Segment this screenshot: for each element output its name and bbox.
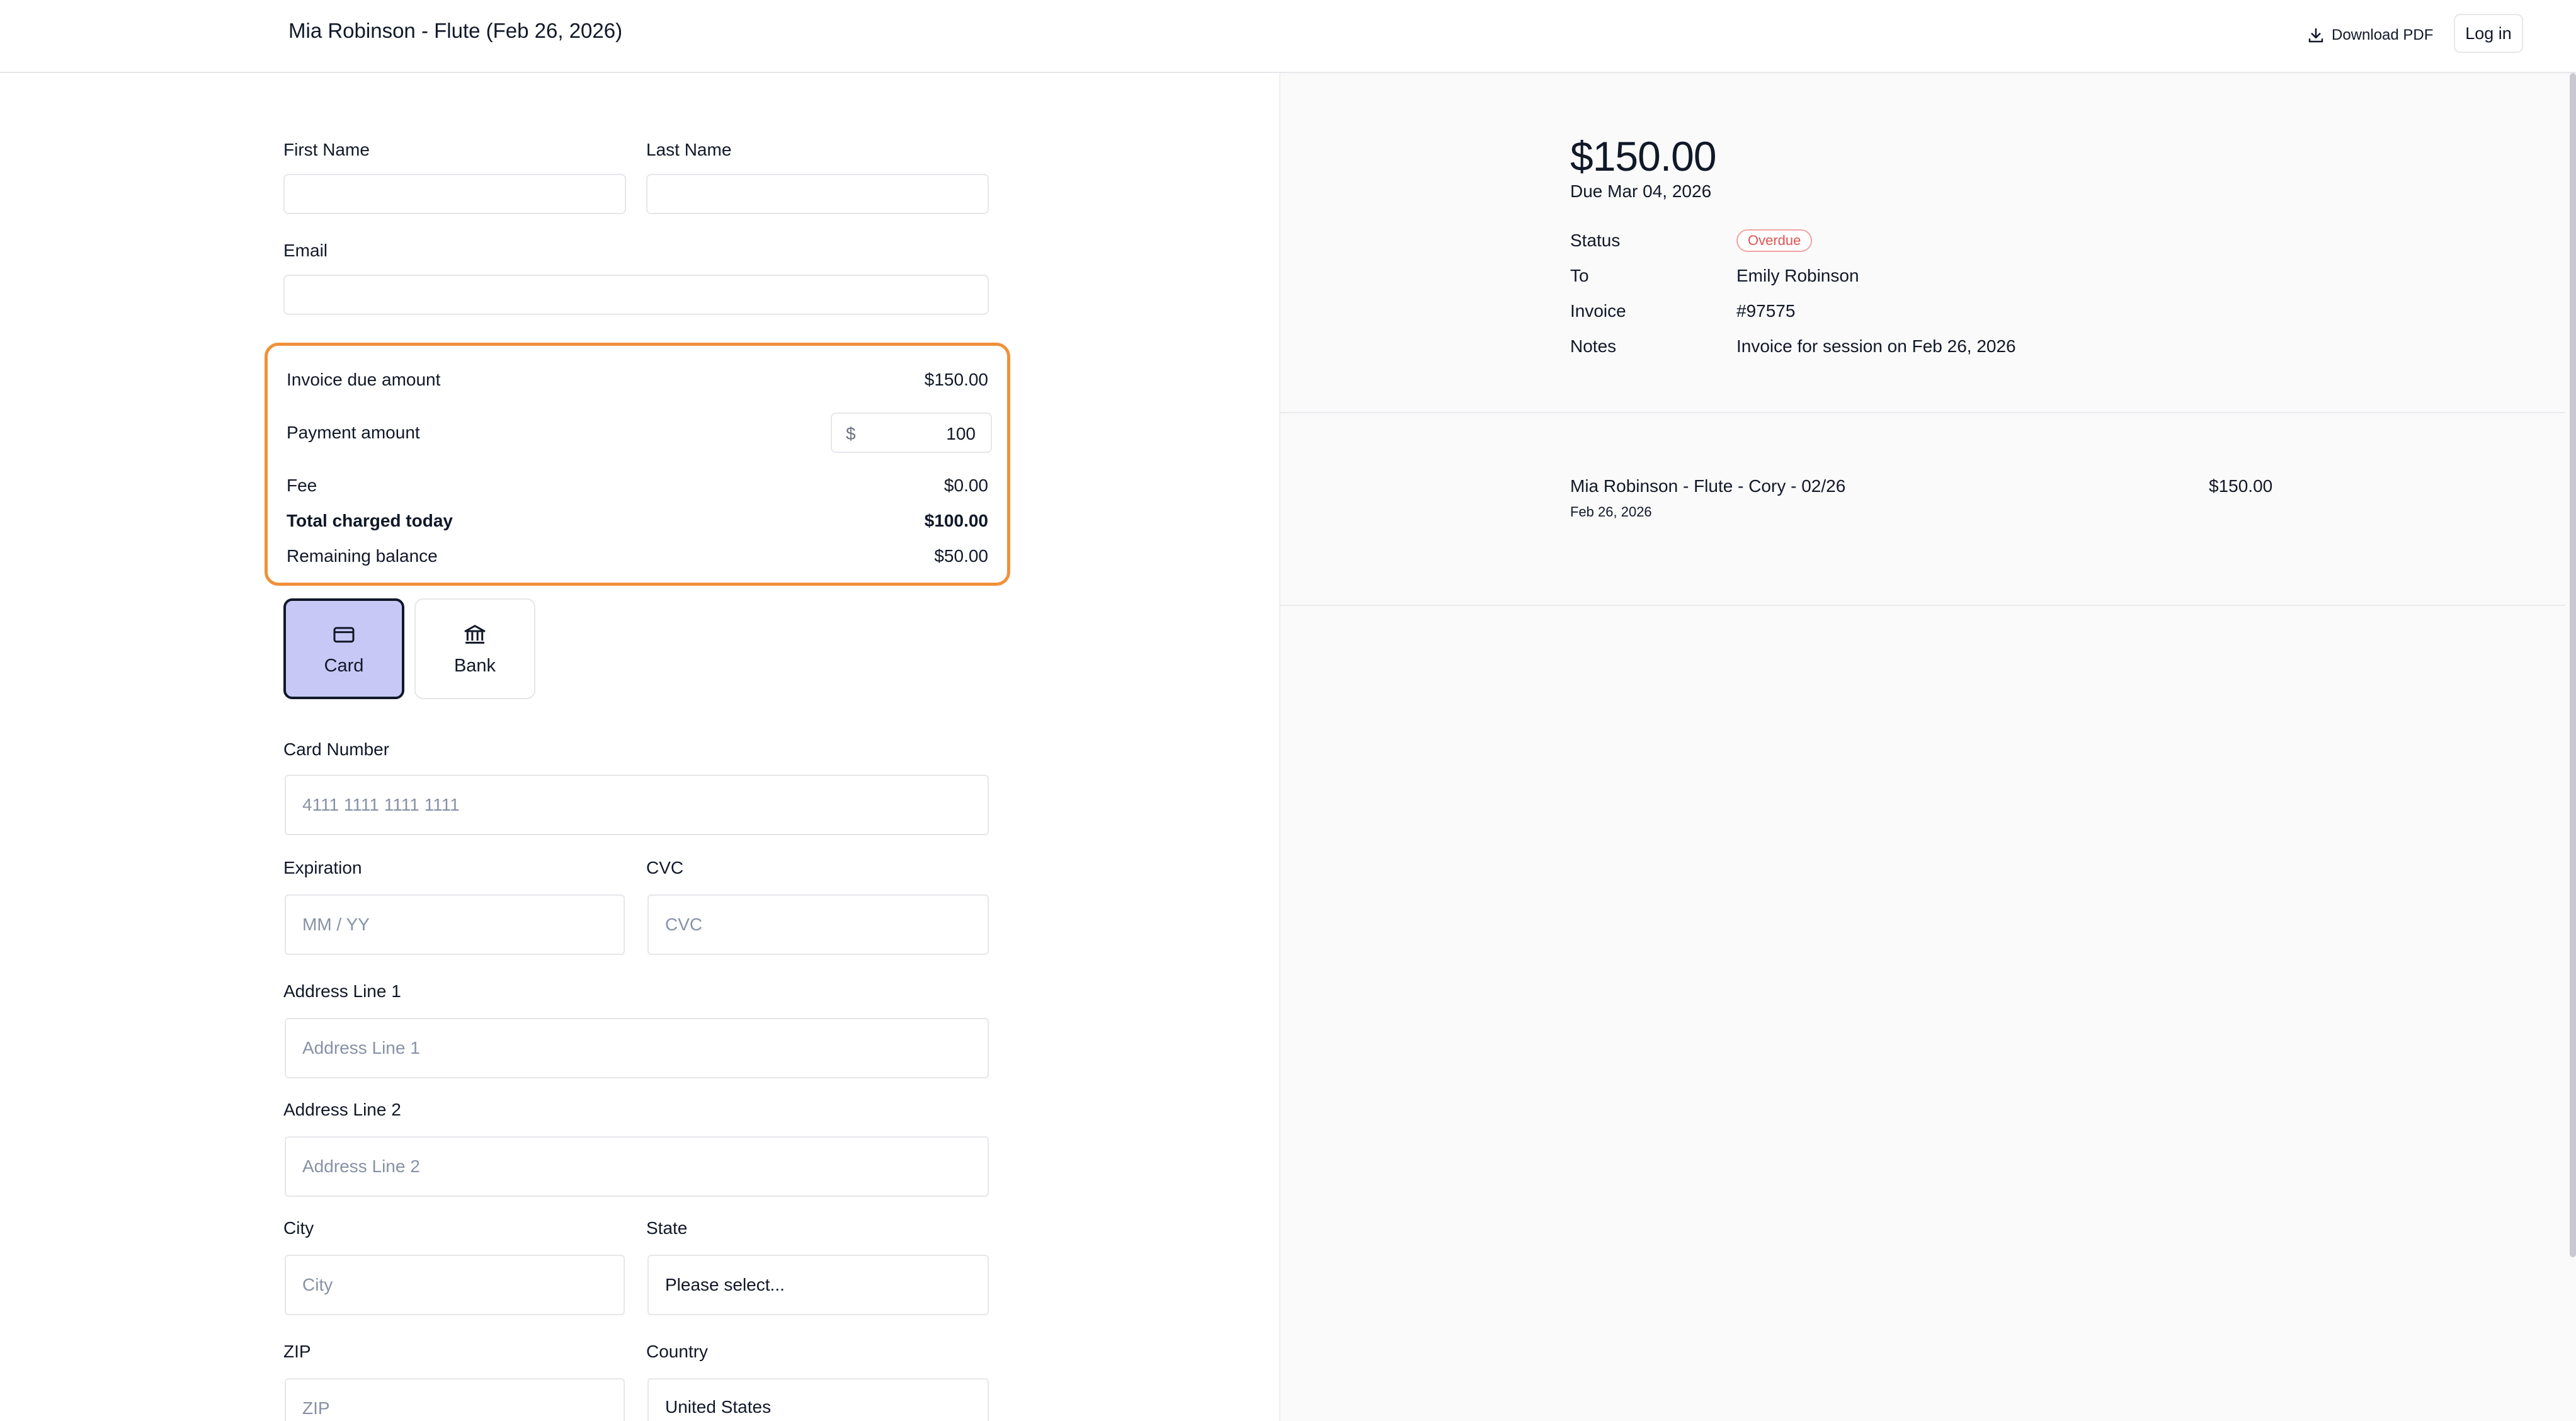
payment-amount-input[interactable]: $ 100 (831, 413, 992, 453)
city-field[interactable] (285, 1255, 625, 1315)
fee-value: $0.00 (943, 476, 988, 495)
download-pdf-label: Download PDF (2332, 26, 2434, 43)
total-charged-label: Total charged today (287, 511, 453, 530)
cvc-field[interactable] (647, 894, 989, 955)
notes-value: Invoice for session on Feb 26, 2026 (1736, 336, 2016, 356)
expiration-field[interactable] (285, 894, 625, 955)
line-item-title: Mia Robinson - Flute - Cory - 02/26 (1570, 476, 1846, 496)
login-button[interactable]: Log in (2454, 14, 2523, 53)
page-scrollbar[interactable] (2570, 73, 2576, 1257)
status-badge: Overdue (1736, 229, 1813, 252)
email-label: Email (283, 241, 328, 260)
last-name-field[interactable] (646, 174, 989, 214)
last-name-label: Last Name (646, 140, 732, 159)
first-name-field[interactable] (283, 174, 626, 214)
card-number-label: Card Number (283, 739, 390, 759)
address-line-1-label: Address Line 1 (283, 981, 401, 1001)
bank-icon (464, 624, 486, 644)
state-label: State (646, 1218, 688, 1238)
email-field[interactable] (283, 275, 989, 315)
to-value: Emily Robinson (1736, 266, 1859, 285)
zip-label: ZIP (283, 1342, 311, 1361)
payment-amount-label: Payment amount (287, 423, 420, 442)
remaining-balance-label: Remaining balance (287, 546, 438, 566)
to-label: To (1570, 266, 1589, 285)
credit-card-icon (333, 627, 355, 642)
invoice-number-label: Invoice (1570, 301, 1626, 321)
status-label: Status (1570, 231, 1621, 250)
section-divider (1280, 412, 2565, 413)
address-line-1-field[interactable] (285, 1018, 989, 1078)
line-item-amount: $150.00 (2209, 476, 2273, 496)
invoice-amount: $150.00 (1570, 133, 1717, 180)
top-header: Mia Robinson - Flute (Feb 26, 2026) Down… (0, 0, 2576, 73)
city-label: City (283, 1218, 314, 1238)
section-divider (1280, 605, 2565, 606)
zip-field[interactable] (285, 1378, 625, 1421)
due-date: Due Mar 04, 2026 (1570, 181, 1712, 201)
remaining-balance-value: $50.00 (934, 546, 988, 566)
invoice-number-value: #97575 (1736, 301, 1796, 321)
state-select[interactable]: Please select... (647, 1255, 989, 1315)
card-method-label: Card (324, 655, 364, 676)
country-label: Country (646, 1342, 709, 1361)
card-number-field[interactable] (285, 775, 989, 835)
payment-summary: Invoice due amount $150.00 Payment amoun… (265, 343, 1010, 586)
currency-prefix: $ (846, 424, 856, 443)
notes-label: Notes (1570, 336, 1617, 356)
invoice-due-label: Invoice due amount (287, 370, 441, 389)
country-select[interactable]: United States (647, 1378, 989, 1421)
page-title: Mia Robinson - Flute (Feb 26, 2026) (288, 19, 623, 42)
address-line-2-field[interactable] (285, 1136, 989, 1197)
download-icon (2308, 28, 2323, 43)
invoice-panel: $150.00 Due Mar 04, 2026 Status Overdue … (1279, 73, 2576, 1421)
payment-amount-value: 100 (946, 424, 976, 443)
card-method-button[interactable]: Card (283, 598, 404, 699)
bank-method-button[interactable]: Bank (414, 598, 535, 699)
total-charged-value: $100.00 (924, 511, 988, 530)
first-name-label: First Name (283, 140, 370, 159)
cvc-label: CVC (646, 858, 684, 877)
address-line-2-label: Address Line 2 (283, 1100, 401, 1119)
download-pdf-button[interactable]: Download PDF (2306, 18, 2433, 53)
invoice-due-value: $150.00 (924, 370, 988, 389)
line-item-date: Feb 26, 2026 (1570, 504, 1652, 520)
bank-method-label: Bank (453, 655, 496, 676)
expiration-label: Expiration (283, 858, 362, 877)
fee-label: Fee (287, 476, 317, 495)
